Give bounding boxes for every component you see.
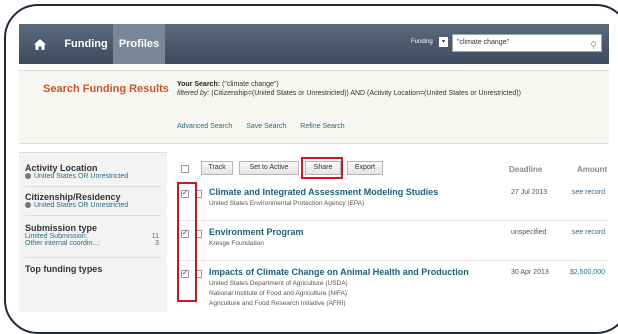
search-links: Advanced Search Save Search Refine Searc… [177,123,357,130]
result-agency: United States Environmental Protection A… [209,200,365,207]
remove-filter-icon[interactable] [25,202,31,209]
submission-filter-limited[interactable]: Limited Submission: 11 [25,233,159,240]
search-input[interactable]: "climate change" ⚲ [452,34,602,52]
result-agency: United States Department of Agriculture … [209,280,348,287]
row-divider [177,260,607,261]
remove-filter-icon[interactable] [25,173,31,180]
advanced-search-link[interactable]: Advanced Search [177,123,232,130]
filtered-label: filtered by: [177,90,210,97]
activity-location-heading: Activity Location [25,163,98,173]
result-title[interactable]: Environment Program [209,227,304,237]
search-input-value: "climate change" [457,39,510,46]
result-deadline: 30 Apr 2013 [511,269,549,276]
submission-type-heading: Submission type [25,223,98,233]
row-divider [177,220,607,221]
result-row: ✓ Environment Program Kresge Foundation … [177,227,607,257]
result-amount[interactable]: see record [553,229,605,236]
submission-count: 3 [155,240,159,247]
share-highlight-box [301,157,343,179]
your-search-label: Your Search: [177,81,221,88]
search-icon[interactable]: ⚲ [590,37,597,53]
refine-search-link[interactable]: Refine Search [300,123,344,130]
app-window: Funding Profiles Funding ▾ "climate chan… [19,24,609,312]
result-title[interactable]: Climate and Integrated Assessment Modeli… [209,187,438,197]
column-header-amount[interactable]: Amount [577,165,607,174]
result-title[interactable]: Impacts of Climate Change on Animal Heal… [209,267,469,277]
track-button[interactable]: Track [201,161,233,175]
export-button[interactable]: Export [347,161,383,175]
top-funding-types-heading: Top funding types [25,264,103,274]
result-amount[interactable]: $2,500,000 [553,269,605,276]
select-all-checkbox[interactable] [181,165,189,173]
activity-location-filter[interactable]: United States OR Unrestricted [25,173,167,180]
submission-label: Other internal coordin...: [25,240,101,247]
page-title: Search Funding Results [43,83,169,95]
results-toolbar: Track Set to Active Share Export Deadlin… [177,159,607,179]
submission-filter-other[interactable]: Other internal coordin...: 3 [25,240,159,247]
filter-sidebar: Activity Location United States OR Unres… [19,152,167,312]
result-agency: Kresge Foundation [209,240,264,247]
result-agency: National Institute of Food and Agricultu… [209,290,348,297]
activity-location-value: United States OR Unrestricted [34,173,129,180]
column-header-deadline[interactable]: Deadline [509,165,542,174]
checkbox-highlight-box [177,182,197,302]
top-nav-bar: Funding Profiles Funding ▾ "climate chan… [19,24,609,64]
submission-count: 11 [151,233,159,240]
result-row: ✓ Climate and Integrated Assessment Mode… [177,187,607,217]
scope-dropdown-icon[interactable]: ▾ [439,37,448,47]
home-icon[interactable] [25,30,55,58]
set-to-active-button[interactable]: Set to Active [239,161,299,175]
result-amount[interactable]: see record [553,189,605,196]
filtered-text: (Citizenship=(United States or Unrestric… [211,90,521,97]
search-scope-label: Funding [411,39,433,45]
citizenship-heading: Citizenship/Residency [25,192,121,202]
submission-label: Limited Submission: [25,233,88,240]
result-row: ✓ Impacts of Climate Change on Animal He… [177,267,607,312]
your-search-query: ("climate change") [222,81,279,88]
search-summary: Your Search: ("climate change") filtered… [177,80,597,98]
tab-funding[interactable]: Funding [61,24,111,64]
results-header: Search Funding Results Your Search: ("cl… [19,70,609,144]
citizenship-filter[interactable]: United States OR Unrestricted [25,202,167,209]
save-search-link[interactable]: Save Search [246,123,286,130]
citizenship-value: United States OR Unrestricted [34,202,129,209]
result-agency: Agriculture and Food Research Initiative… [209,300,346,307]
result-deadline: unspecified [511,229,547,236]
tab-profiles[interactable]: Profiles [113,24,165,64]
result-deadline: 27 Jul 2013 [511,189,548,196]
